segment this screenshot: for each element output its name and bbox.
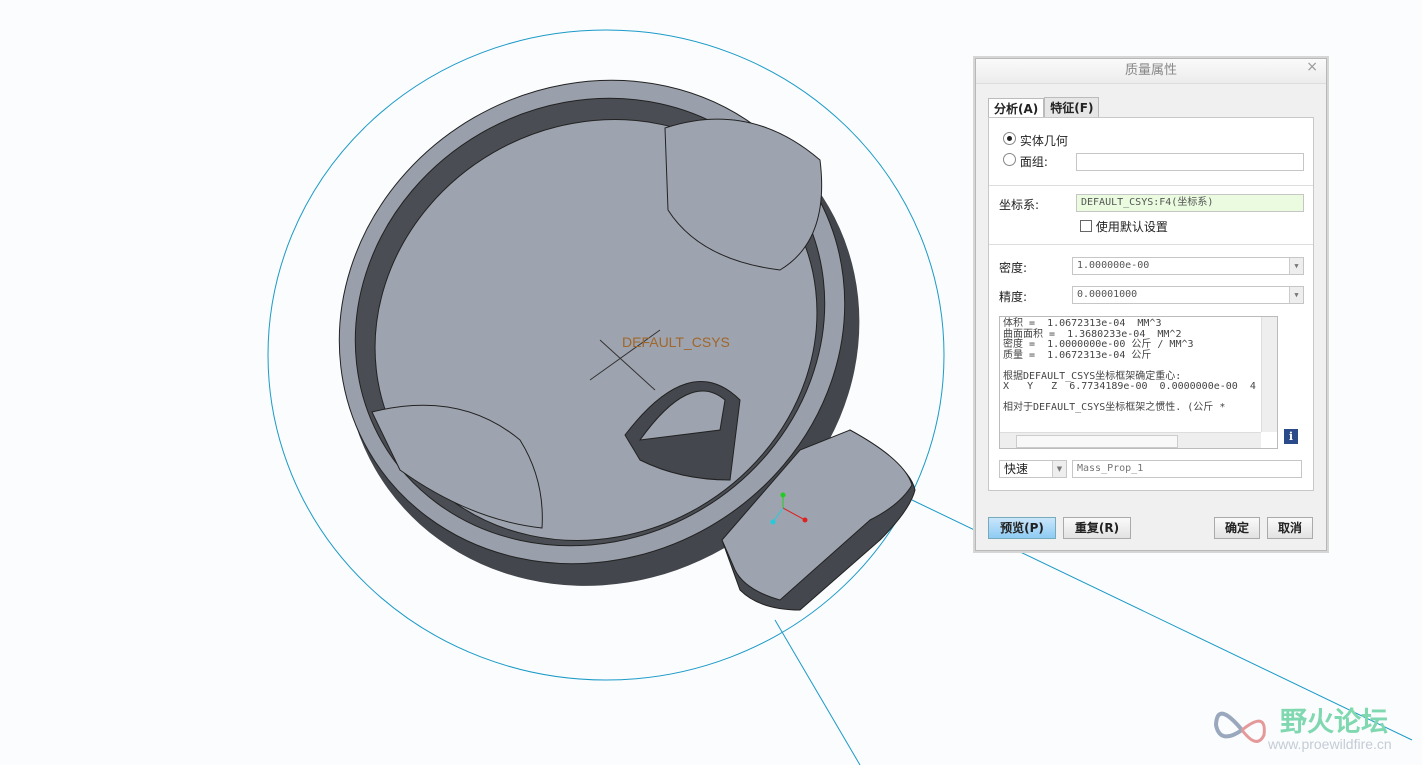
density-dropdown[interactable]: 1.000000e-00 ▼ — [1072, 257, 1304, 275]
solid-geometry-label: 实体几何 — [1019, 134, 1068, 148]
accuracy-dropdown[interactable]: 0.00001000 ▼ — [1072, 286, 1304, 304]
chevron-down-icon: ▼ — [1052, 461, 1066, 477]
tab-feature[interactable]: 特征(F) — [1044, 97, 1100, 118]
csys-label: 坐标系: — [999, 198, 1040, 212]
use-default-label: 使用默认设置 — [1095, 220, 1168, 234]
analysis-panel: 实体几何 面组: 坐标系: DEFAULT_CSYS:F4(坐标系) 使用默认设… — [988, 117, 1314, 491]
use-default-checkbox[interactable]: 使用默认设置 — [1080, 218, 1168, 235]
feature-name-input[interactable] — [1072, 460, 1302, 478]
watermark-name: 野火论坛 — [1280, 707, 1388, 738]
dialog-title: 质量属性 — [976, 59, 1326, 84]
preview-button[interactable]: 预览(P) — [988, 517, 1056, 539]
chevron-down-icon: ▼ — [1289, 287, 1303, 303]
close-icon[interactable]: × — [1306, 59, 1318, 75]
results-text: 体积 = 1.0672313e-04 MM^3 曲面面积 = 1.3680233… — [1003, 318, 1256, 413]
quilt-label: 面组: — [1019, 155, 1048, 169]
info-icon[interactable]: i — [1284, 429, 1298, 444]
axis-line — [774, 619, 861, 765]
density-label: 密度: — [999, 261, 1028, 275]
csys-field[interactable]: DEFAULT_CSYS:F4(坐标系) — [1076, 194, 1304, 212]
watermark-url: www.proewildfire.cn — [1268, 736, 1392, 752]
csys-label: DEFAULT_CSYS — [622, 334, 730, 350]
results-output[interactable]: 体积 = 1.0672313e-04 MM^3 曲面面积 = 1.3680233… — [999, 316, 1278, 449]
chevron-down-icon: ▼ — [1289, 258, 1303, 274]
density-value: 1.000000e-00 — [1077, 260, 1150, 271]
quilt-radio[interactable]: 面组: — [1003, 153, 1048, 170]
accuracy-label: 精度: — [999, 290, 1028, 304]
part-model[interactable] — [251, 0, 951, 679]
solid-geometry-radio[interactable]: 实体几何 — [1003, 132, 1068, 149]
vertical-scrollbar[interactable] — [1261, 317, 1277, 432]
mode-dropdown[interactable]: 快速 ▼ — [999, 460, 1067, 478]
mass-properties-dialog: 质量属性 × 分析(A) 特征(F) 实体几何 面组: 坐标系: DEFAULT_… — [975, 58, 1327, 551]
cancel-button[interactable]: 取消 — [1267, 517, 1313, 539]
butterfly-logo-icon — [1213, 711, 1266, 743]
mode-value: 快速 — [1004, 462, 1029, 476]
repeat-button[interactable]: 重复(R) — [1063, 517, 1131, 539]
ok-button[interactable]: 确定 — [1214, 517, 1260, 539]
accuracy-value: 0.00001000 — [1077, 289, 1138, 300]
horizontal-scrollbar[interactable] — [1000, 432, 1261, 448]
quilt-field[interactable] — [1076, 153, 1304, 171]
